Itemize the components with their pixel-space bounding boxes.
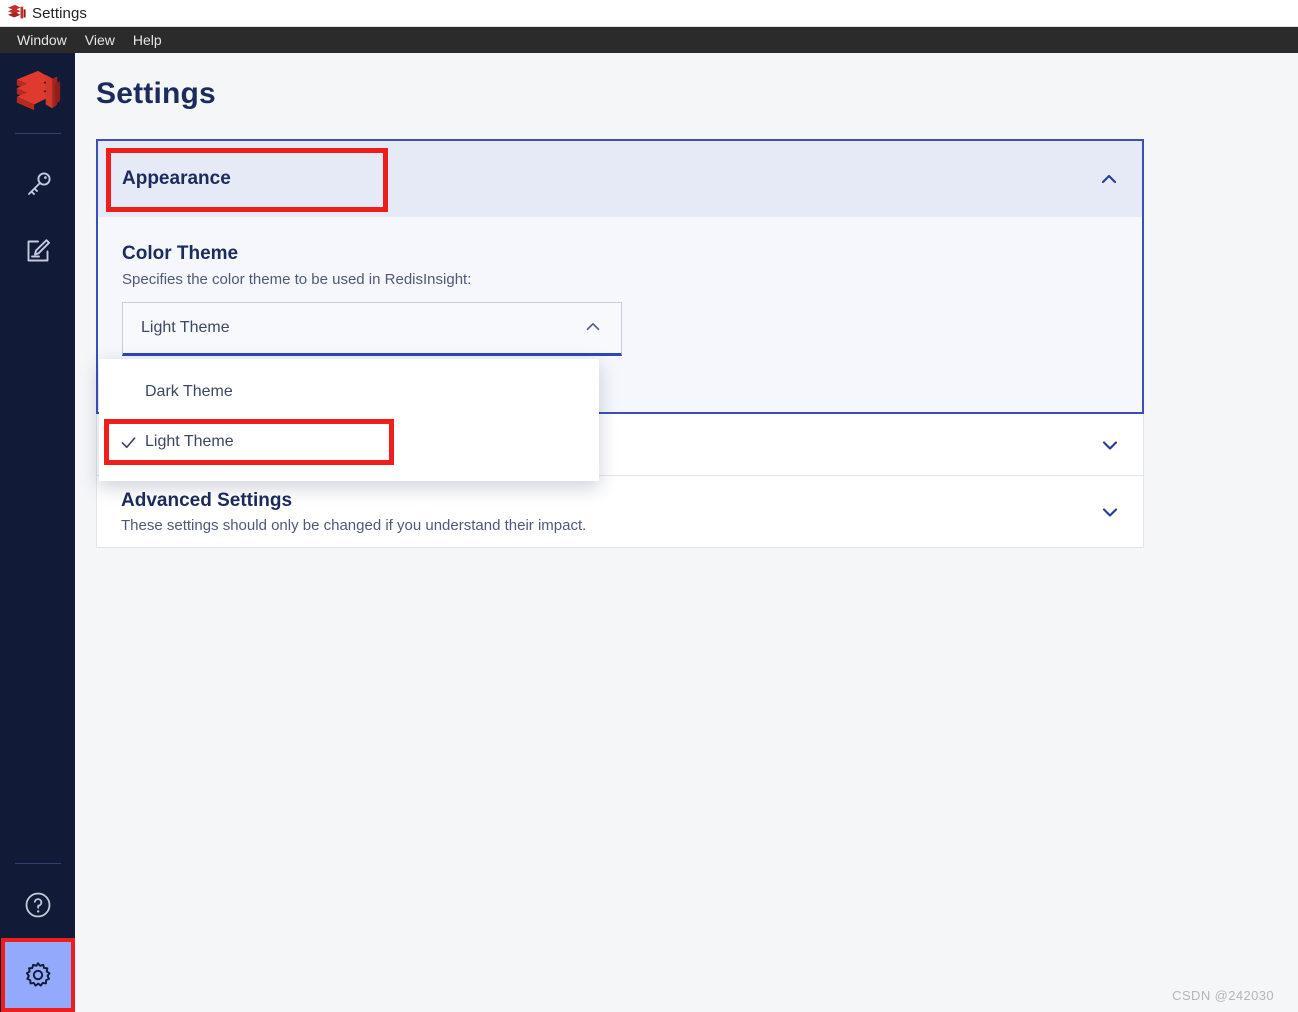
color-theme-select-value: Light Theme	[141, 319, 230, 336]
color-theme-description: Specifies the color theme to be used in …	[122, 271, 472, 288]
sidebar-divider-bottom	[14, 863, 61, 864]
chevron-down-icon[interactable]	[1099, 434, 1121, 456]
chevron-up-icon[interactable]	[1098, 168, 1120, 190]
edit-square-icon	[27, 239, 50, 262]
page-title: Settings	[96, 77, 216, 110]
check-icon	[119, 433, 145, 452]
settings-active-highlight[interactable]	[0, 938, 75, 1012]
sidebar	[0, 53, 75, 1012]
redis-logo-icon	[6, 4, 26, 22]
sidebar-item-settings[interactable]	[0, 938, 75, 1012]
main-content: Settings Appearance Color Theme Specifie…	[75, 53, 1298, 1012]
dropdown-option-dark-theme[interactable]: Dark Theme	[99, 367, 599, 417]
accordion-appearance-header[interactable]: Appearance	[98, 141, 1142, 217]
dropdown-option-light-theme[interactable]: Light Theme	[99, 417, 599, 467]
key-icon	[27, 172, 51, 195]
gear-icon	[25, 962, 50, 987]
sidebar-divider-top	[14, 133, 61, 134]
accordion-advanced-title: Advanced Settings	[121, 489, 293, 511]
accordion-advanced-settings[interactable]: Advanced Settings These settings should …	[96, 476, 1144, 548]
chevron-up-icon[interactable]	[583, 317, 605, 339]
dropdown-option-label: Dark Theme	[145, 383, 233, 400]
color-theme-select[interactable]: Light Theme	[122, 302, 622, 356]
sidebar-logo[interactable]	[12, 65, 64, 119]
sidebar-item-browser[interactable]	[0, 152, 75, 218]
color-theme-dropdown[interactable]: Dark Theme Light Theme	[99, 359, 599, 481]
color-theme-title: Color Theme	[122, 243, 239, 264]
menu-item-view[interactable]: View	[76, 29, 124, 51]
window-title: Settings	[32, 4, 87, 22]
accordion-appearance-title: Appearance	[122, 168, 231, 189]
watermark: CSDN @242030	[1172, 988, 1274, 1003]
accordion-advanced-subtitle: These settings should only be changed if…	[121, 516, 587, 534]
sidebar-item-help[interactable]	[0, 872, 75, 938]
dropdown-option-label: Light Theme	[145, 433, 234, 450]
menu-item-window[interactable]: Window	[8, 29, 76, 51]
accordion-advanced-textwrap: Advanced Settings These settings should …	[121, 490, 1099, 534]
chevron-down-icon[interactable]	[1099, 501, 1121, 523]
redis-logo-icon	[16, 70, 60, 111]
settings-accordion-list: Appearance Color Theme Specifies the col…	[96, 139, 1144, 548]
menu-item-help[interactable]: Help	[124, 29, 171, 51]
help-circle-icon	[25, 892, 50, 918]
menubar: Window View Help	[0, 27, 1298, 53]
sidebar-item-workbench[interactable]	[0, 218, 75, 284]
window-titlebar: Settings	[0, 0, 1298, 27]
